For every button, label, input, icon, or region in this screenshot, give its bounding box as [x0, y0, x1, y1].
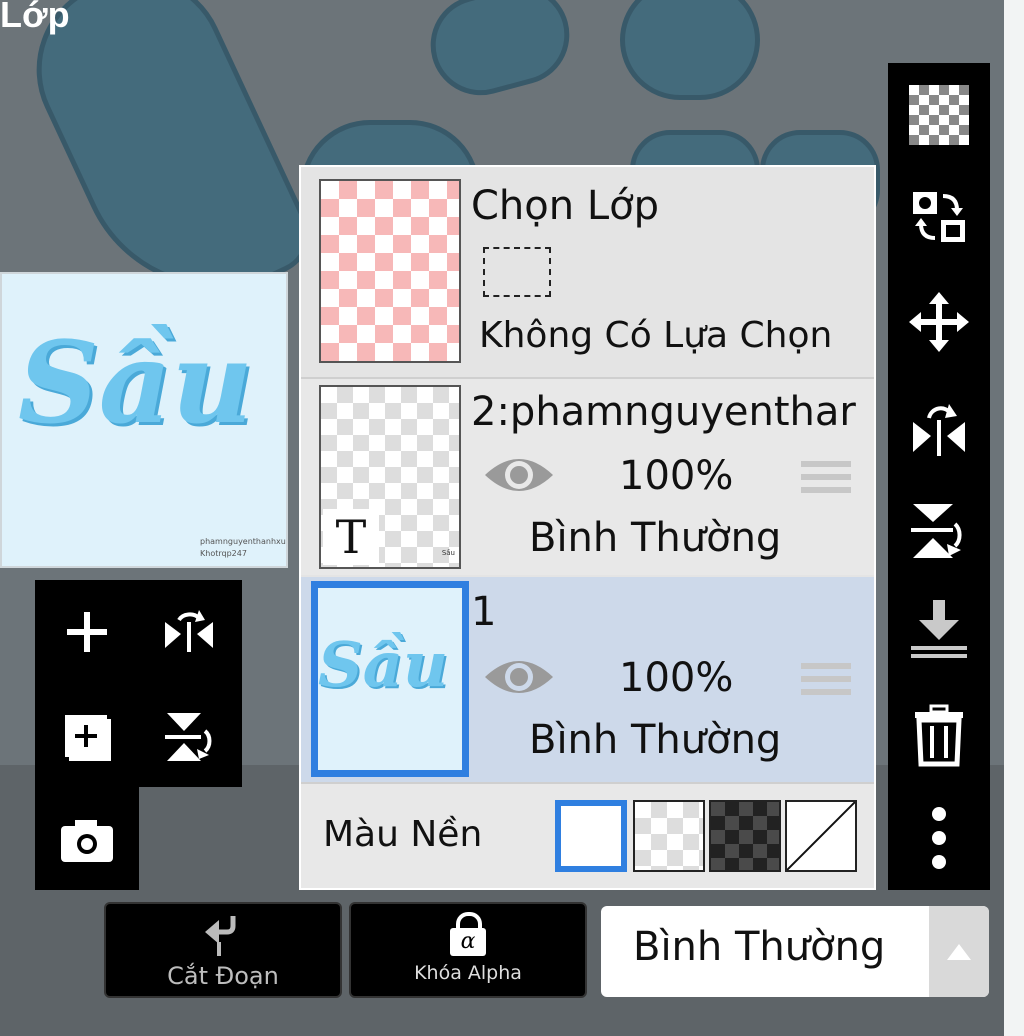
drag-handle-icon[interactable] — [801, 663, 851, 702]
selection-rect-icon — [483, 247, 551, 297]
swap-layers-button[interactable] — [906, 183, 972, 249]
add-layer-button[interactable] — [55, 600, 119, 664]
blend-mode-value: Bình Thường — [633, 924, 886, 970]
layer-blend-mode[interactable]: Bình Thường — [529, 717, 781, 763]
visibility-toggle[interactable] — [483, 451, 555, 503]
background-label: Màu Nền — [323, 814, 483, 855]
flip-horizontal-icon — [913, 404, 965, 456]
chevron-up-icon — [947, 943, 971, 960]
layer-name: 1 — [471, 589, 497, 635]
move-icon — [909, 292, 969, 352]
drag-handle-icon[interactable] — [801, 461, 851, 500]
text-layer-icon: T — [323, 509, 379, 565]
flip-vertical-icon — [911, 504, 962, 558]
selection-thumbnail — [319, 179, 461, 363]
alpha-lock-button[interactable]: α Khóa Alpha — [349, 902, 587, 998]
selection-status: Không Có Lựa Chọn — [479, 315, 833, 356]
layer-blend-mode[interactable]: Bình Thường — [529, 515, 781, 561]
preview-caption-line2: Khotrqp247 — [200, 549, 247, 558]
merge-down-icon — [911, 600, 967, 658]
eye-icon — [485, 661, 553, 693]
more-options-button[interactable] — [918, 803, 960, 873]
alpha-lock-label: Khóa Alpha — [414, 962, 522, 984]
clipping-label: Cắt Đoạn — [167, 962, 279, 990]
clipping-arrow-icon — [205, 916, 236, 956]
thumbnail-caption: Sầu — [441, 549, 455, 557]
background-dark-option[interactable] — [709, 800, 781, 872]
flip-horizontal-button[interactable] — [157, 600, 221, 664]
flip-horizontal-icon — [165, 610, 213, 652]
swap-icon — [913, 192, 965, 242]
layer-opacity[interactable]: 100% — [619, 655, 733, 701]
flip-horizontal-button[interactable] — [906, 395, 972, 461]
eye-icon — [485, 459, 553, 491]
move-button[interactable] — [906, 289, 972, 355]
trash-icon — [915, 704, 963, 767]
preview-caption-line1: phamnguyenthanhxu — [200, 537, 286, 546]
duplicate-layer-button[interactable] — [55, 705, 119, 769]
alpha-symbol: α — [450, 928, 486, 956]
thumbnail-caption: Sầu — [318, 628, 449, 701]
transparency-checker-button[interactable] — [909, 85, 969, 145]
selection-title: Chọn Lớp — [471, 183, 659, 229]
layer-row-selected[interactable]: Sầu 1 100% Bình Thường — [301, 577, 874, 782]
blend-mode-select[interactable]: Bình Thường — [601, 906, 989, 997]
preview-caption: phamnguyenthanhxu Khotrqp247 — [200, 536, 286, 560]
right-toolbar — [888, 63, 990, 890]
layer-opacity[interactable]: 100% — [619, 453, 733, 499]
clipping-button[interactable]: Cắt Đoạn — [104, 902, 342, 998]
background-transparent-option[interactable] — [633, 800, 705, 872]
flip-vertical-button[interactable] — [157, 705, 221, 769]
delete-layer-button[interactable] — [906, 701, 972, 771]
layer-thumbnail: T Sầu — [319, 385, 461, 569]
layer-row[interactable]: T Sầu 2:phamnguyenthar 100% Bình Thường — [301, 377, 874, 575]
page-title: Lớp — [0, 0, 70, 35]
plus-icon — [67, 612, 107, 652]
no-background-icon — [786, 801, 856, 871]
layer-panel: Chọn Lớp Không Có Lựa Chọn T Sầu 2:phamn… — [299, 165, 876, 890]
layer-name: 2:phamnguyenthar — [471, 389, 856, 435]
layer-thumbnail: Sầu — [311, 581, 469, 777]
background-color-row: Màu Nền — [301, 782, 874, 888]
preview-text: Sầu — [18, 318, 253, 449]
merge-down-button[interactable] — [906, 595, 972, 665]
background-none-option[interactable] — [785, 800, 857, 872]
visibility-toggle[interactable] — [483, 653, 555, 705]
blend-mode-dropdown-toggle[interactable] — [929, 906, 989, 997]
flip-vertical-button[interactable] — [906, 497, 972, 563]
more-vertical-icon — [932, 807, 946, 869]
duplicate-layer-icon — [65, 715, 111, 761]
layer-action-palette — [35, 580, 242, 890]
camera-button[interactable] — [55, 808, 119, 872]
lock-icon: α — [448, 912, 488, 958]
screen-edge — [1004, 0, 1024, 1036]
background-white-option[interactable] — [555, 800, 627, 872]
flip-vertical-icon — [165, 713, 212, 761]
selection-layer-row[interactable]: Chọn Lớp Không Có Lựa Chọn — [301, 173, 874, 373]
camera-icon — [61, 820, 113, 862]
